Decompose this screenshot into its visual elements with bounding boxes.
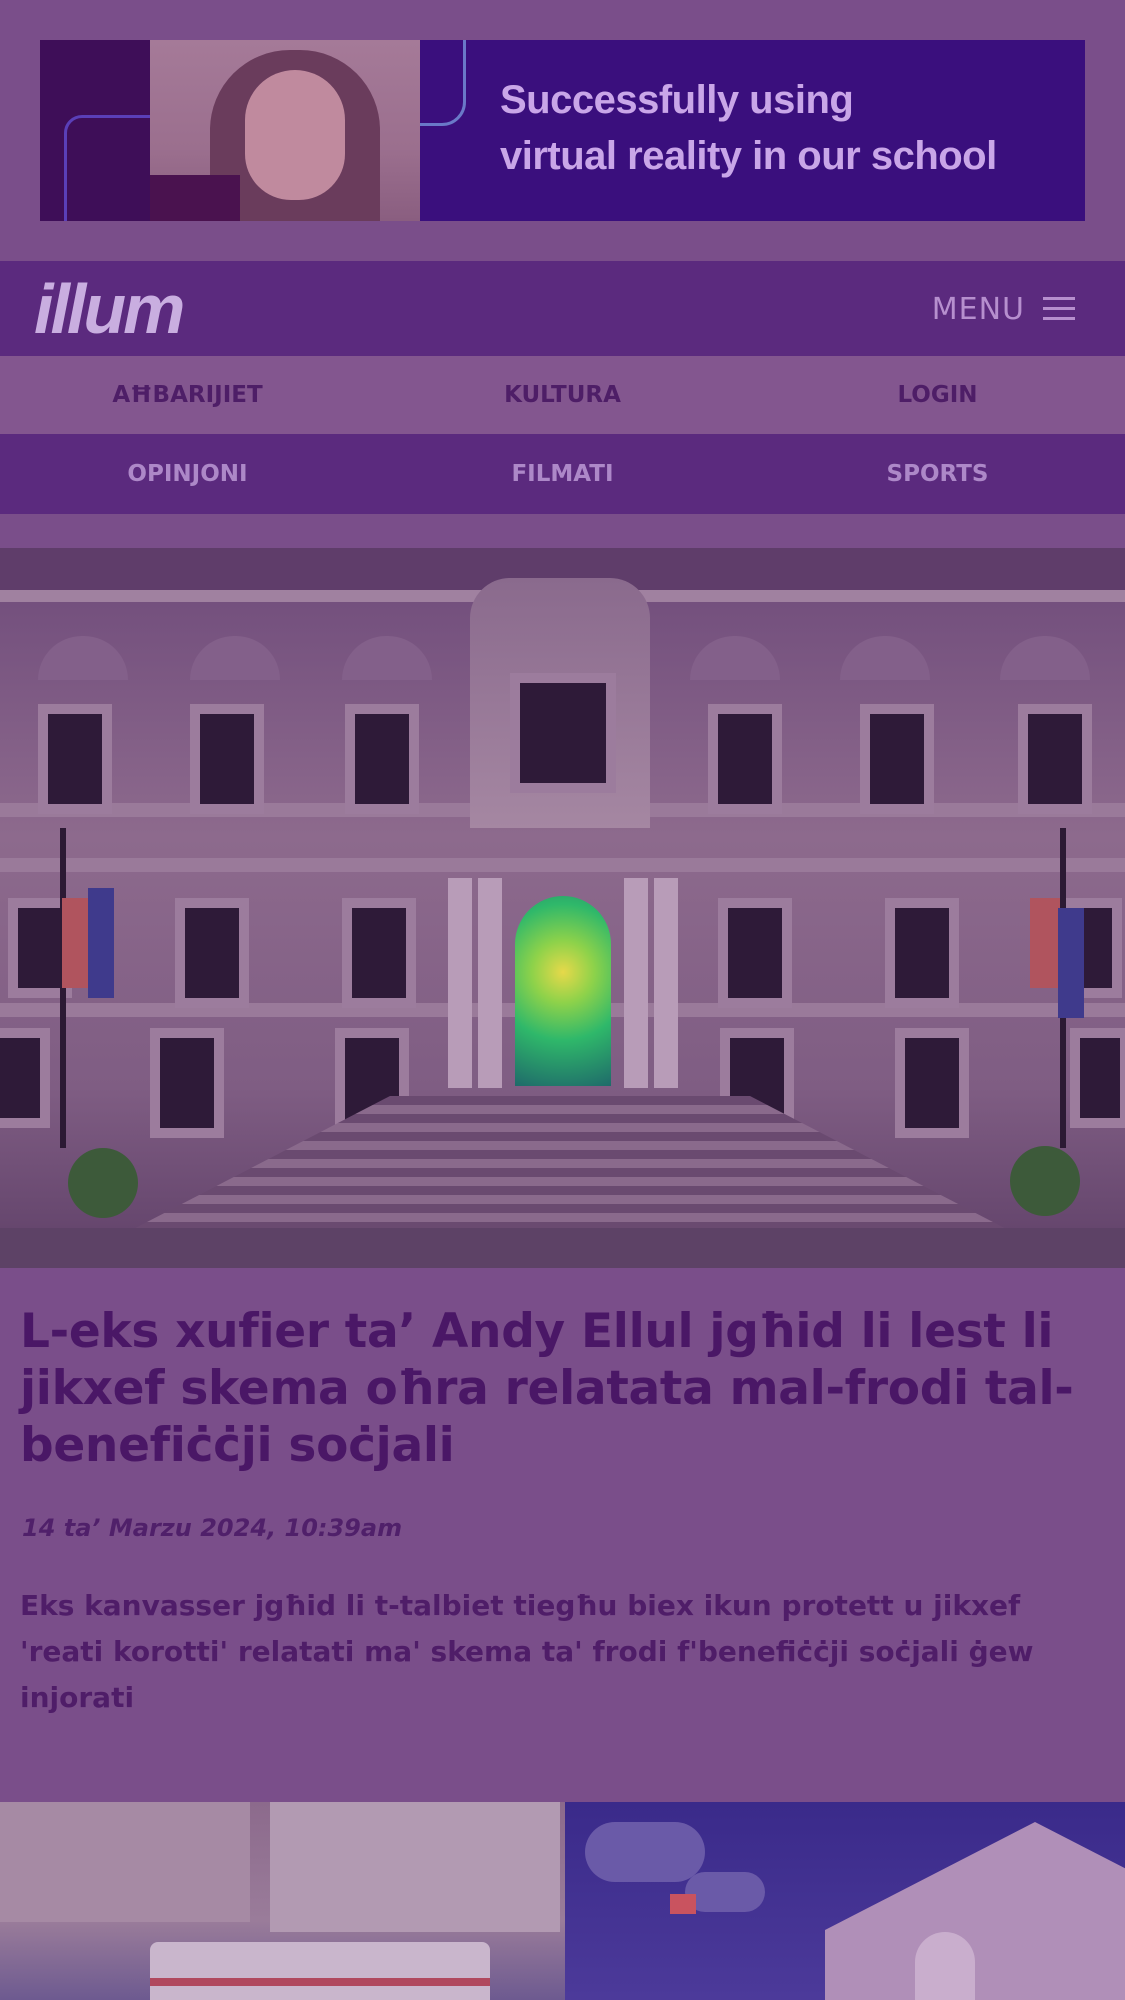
nav-link-ahbarijiet[interactable]: AĦBARIJIET	[0, 356, 375, 434]
nav-row-secondary: OPINJONI FILMATI SPORTS	[0, 434, 1125, 514]
article-lede: Eks kanvasser jgħid li t-talbiet tiegħu …	[20, 1589, 1034, 1714]
nav-link-kultura[interactable]: KULTURA	[375, 356, 750, 434]
site-header: illum MENU	[0, 261, 1125, 356]
site-logo[interactable]: illum	[34, 269, 185, 349]
nav-link-sports[interactable]: SPORTS	[750, 434, 1125, 514]
article-thumbnail-left[interactable]	[0, 1802, 565, 2000]
ad-headline: Successfully using virtual reality in ou…	[500, 72, 1080, 184]
nav-link-login[interactable]: LOGIN	[750, 356, 1125, 434]
nav-link-filmati[interactable]: FILMATI	[375, 434, 750, 514]
article-headline[interactable]: L-eks xufier ta’ Andy Ellul jgħid li les…	[20, 1303, 1110, 1474]
ad-banner[interactable]: Successfully using virtual reality in ou…	[40, 40, 1085, 221]
hero-image[interactable]	[0, 548, 1125, 1268]
ad-headline-line2: virtual reality in our school	[500, 134, 997, 178]
ad-photo	[150, 40, 420, 221]
article-date: 14 ta’ Marzu 2024, 10:39am	[22, 1514, 403, 1542]
article-thumbnail-right[interactable]	[565, 1802, 1125, 2000]
menu-label: MENU	[931, 291, 1025, 327]
hamburger-icon	[1043, 297, 1075, 321]
ad-headline-line1: Successfully using	[500, 78, 854, 122]
menu-button[interactable]: MENU	[932, 285, 1075, 333]
nav-link-opinjoni[interactable]: OPINJONI	[0, 434, 375, 514]
nav-row-primary: AĦBARIJIET KULTURA LOGIN	[0, 356, 1125, 434]
